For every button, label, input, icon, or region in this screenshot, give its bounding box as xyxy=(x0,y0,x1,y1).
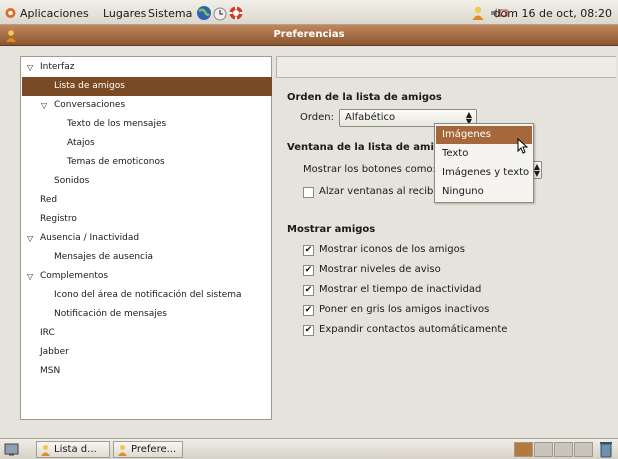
show-idle-checkbox[interactable]: ✔ xyxy=(303,285,314,296)
tree-item-ausencia[interactable]: ▽ Ausencia / Inactividad xyxy=(22,229,272,248)
workspace-2[interactable] xyxy=(534,442,553,457)
web-browser-icon[interactable] xyxy=(196,5,212,21)
bottom-panel: Lista d... Prefere... xyxy=(0,438,618,459)
tree-item-texto-mensajes[interactable]: Texto de los mensajes xyxy=(22,115,272,134)
clock[interactable]: dom 16 de oct, 08:20 xyxy=(494,7,612,20)
show-icons-checkbox[interactable]: ✔ xyxy=(303,245,314,256)
raise-window-checkbox[interactable] xyxy=(303,187,314,198)
tree-item-sonidos[interactable]: Sonidos xyxy=(22,172,272,191)
help-lifebuoy-icon[interactable] xyxy=(228,5,244,21)
buddy-icon xyxy=(118,445,127,456)
trash-icon[interactable] xyxy=(598,441,614,458)
show-icons-label: Mostrar iconos de los amigos xyxy=(319,244,465,255)
show-warning-checkbox[interactable]: ✔ xyxy=(303,265,314,276)
expander-open-icon[interactable]: ▽ xyxy=(27,267,33,286)
tree-item-jabber[interactable]: Jabber xyxy=(22,343,272,362)
workspace-1[interactable] xyxy=(514,442,533,457)
show-idle-label: Mostrar el tiempo de inactividad xyxy=(319,284,482,295)
expander-open-icon[interactable]: ▽ xyxy=(27,58,33,77)
tree-item-lista-de-amigos[interactable]: Lista de amigos xyxy=(22,77,272,96)
task-preferencias[interactable]: Prefere... xyxy=(113,441,183,458)
option-imagenes-y-texto[interactable]: Imágenes y texto xyxy=(436,164,532,182)
top-panel: Aplicaciones Lugares Sistema dom 16 de o… xyxy=(0,0,618,25)
buddy-status-icon[interactable] xyxy=(470,5,486,21)
preferences-window: ▽ Interfaz Lista de amigos ▽ Conversacio… xyxy=(0,46,618,438)
order-label: Orden: xyxy=(300,112,335,123)
tree-item-mensajes-ausencia[interactable]: Mensajes de ausencia xyxy=(22,248,272,267)
show-desktop-icon[interactable] xyxy=(4,442,19,457)
window-titlebar[interactable]: Preferencias xyxy=(0,25,618,46)
tree-item-conversaciones[interactable]: ▽ Conversaciones xyxy=(22,96,272,115)
auto-expand-checkbox[interactable]: ✔ xyxy=(303,325,314,336)
category-tree[interactable]: ▽ Interfaz Lista de amigos ▽ Conversacio… xyxy=(20,56,272,420)
option-ninguno[interactable]: Ninguno xyxy=(436,183,532,201)
tree-item-atajos[interactable]: Atajos xyxy=(22,134,272,153)
pane-header xyxy=(276,56,616,78)
tree-item-icono-notificacion[interactable]: Icono del área de notificación del siste… xyxy=(22,286,272,305)
raise-window-label: Alzar ventanas al recibir xyxy=(319,186,441,197)
window-title: Preferencias xyxy=(273,29,345,40)
section-title-ventana: Ventana de la lista de amic xyxy=(287,142,440,153)
menu-lugares[interactable]: Lugares xyxy=(103,7,146,20)
tree-item-complementos[interactable]: ▽ Complementos xyxy=(22,267,272,286)
buddy-icon xyxy=(41,445,50,456)
tree-item-irc[interactable]: IRC xyxy=(22,324,272,343)
auto-expand-label: Expandir contactos automáticamente xyxy=(319,324,508,335)
task-lista-de-amigos[interactable]: Lista d... xyxy=(36,441,110,458)
gnome-foot-icon[interactable] xyxy=(4,6,17,19)
expander-open-icon[interactable]: ▽ xyxy=(41,96,47,115)
gray-idle-label: Poner en gris los amigos inactivos xyxy=(319,304,490,315)
tree-item-notificacion-mensajes[interactable]: Notificación de mensajes xyxy=(22,305,272,324)
tree-item-interfaz[interactable]: ▽ Interfaz xyxy=(22,58,272,77)
mouse-pointer-icon xyxy=(517,138,529,154)
workspace-4[interactable] xyxy=(574,442,593,457)
tree-item-registro[interactable]: Registro xyxy=(22,210,272,229)
buttons-style-dropdown[interactable]: Imágenes Texto Imágenes y texto Ninguno xyxy=(434,123,534,203)
tree-item-temas-emoticonos[interactable]: Temas de emoticonos xyxy=(22,153,272,172)
tree-item-msn[interactable]: MSN xyxy=(22,362,272,381)
gray-idle-checkbox[interactable]: ✔ xyxy=(303,305,314,316)
combo-arrows-icon: ▲ ▼ xyxy=(533,162,540,178)
menu-sistema[interactable]: Sistema xyxy=(148,7,192,20)
buttons-label: Mostrar los botones como: xyxy=(303,164,436,175)
mail-client-icon[interactable] xyxy=(212,5,228,21)
settings-pane: Orden de la lista de amigos Orden: Alfab… xyxy=(276,56,616,420)
menu-aplicaciones[interactable]: Aplicaciones xyxy=(20,7,89,20)
section-title-orden: Orden de la lista de amigos xyxy=(287,92,442,103)
tree-item-red[interactable]: Red xyxy=(22,191,272,210)
section-title-mostrar: Mostrar amigos xyxy=(287,224,376,235)
show-warning-label: Mostrar niveles de aviso xyxy=(319,264,441,275)
expander-open-icon[interactable]: ▽ xyxy=(27,229,33,248)
workspace-3[interactable] xyxy=(554,442,573,457)
